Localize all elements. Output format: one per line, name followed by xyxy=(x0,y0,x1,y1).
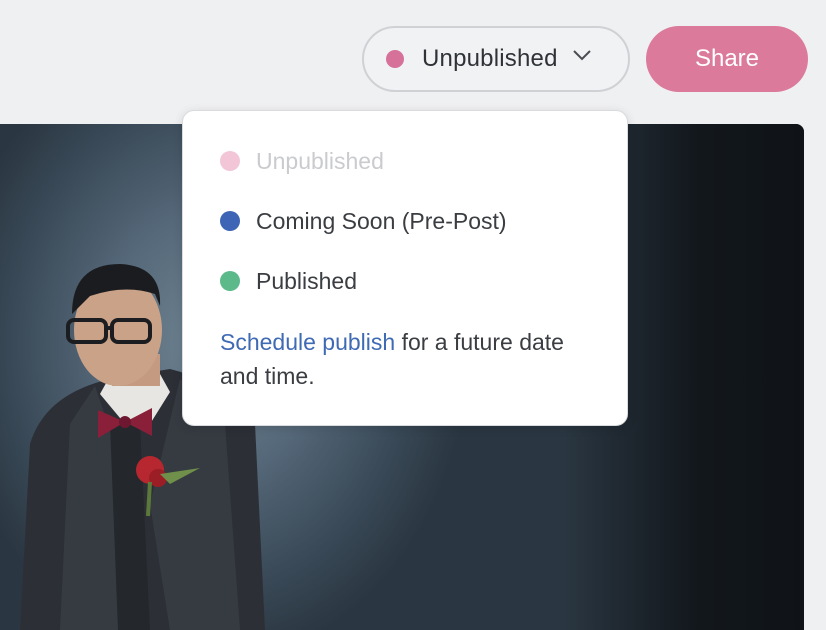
menu-item-published[interactable]: Published xyxy=(220,261,357,301)
menu-item-coming-soon[interactable]: Coming Soon (Pre-Post) xyxy=(220,201,507,241)
menu-item-label: Published xyxy=(256,267,358,294)
menu-item-label: Unpublished xyxy=(256,147,384,174)
unpublished-dot xyxy=(220,151,240,171)
publish-status-menu: Unpublished Coming Soon (Pre-Post) Publi… xyxy=(182,110,628,426)
page: Unpublished Share Unpublished Coming Soo… xyxy=(0,0,826,630)
menu-item-label: Coming Soon (Pre-Post) xyxy=(256,207,507,234)
coming-soon-dot xyxy=(220,211,240,231)
share-button[interactable]: Share xyxy=(646,26,808,92)
schedule-publish-link[interactable]: Schedule publish xyxy=(220,329,395,355)
status-dot xyxy=(386,50,404,68)
publish-status-select[interactable]: Unpublished xyxy=(362,26,630,92)
schedule-publish-text: Schedule publish for a future date and t… xyxy=(220,325,600,393)
published-dot xyxy=(220,271,240,291)
menu-item-unpublished: Unpublished xyxy=(220,141,384,181)
chevron-down-icon xyxy=(572,50,591,61)
status-label: Unpublished xyxy=(422,45,558,72)
